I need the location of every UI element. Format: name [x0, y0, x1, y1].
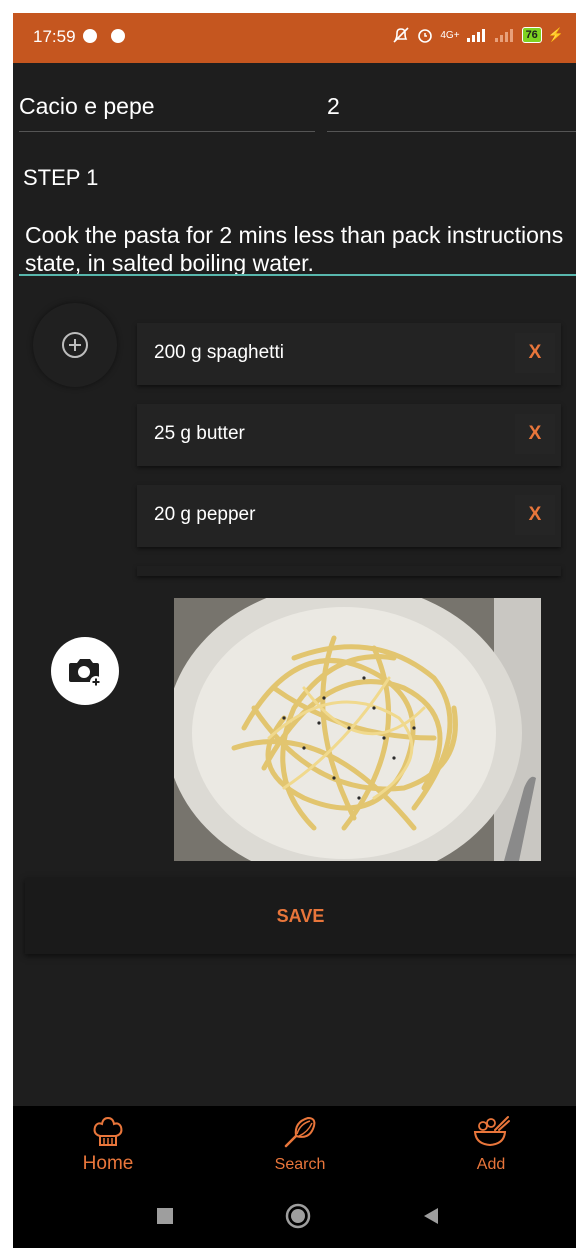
nav-label-add: Add	[476, 1156, 506, 1173]
battery-level: 76	[521, 27, 542, 43]
recipe-name-input[interactable]: Cacio e pepe	[19, 93, 315, 132]
delete-ingredient-button[interactable]: X	[515, 414, 555, 454]
chef-hat-icon	[93, 1116, 123, 1146]
whisk-icon	[284, 1116, 316, 1148]
nav-label-home: Home	[82, 1153, 134, 1174]
system-nav-bar	[13, 1184, 576, 1248]
signal-weak-icon	[494, 29, 513, 42]
notification-icon	[111, 29, 125, 43]
delete-ingredient-button[interactable]: X	[515, 333, 555, 373]
recipe-photo	[174, 598, 541, 861]
notification-icon	[83, 29, 97, 43]
bottom-nav: Home Search Add	[13, 1106, 576, 1184]
camera-plus-icon	[69, 659, 102, 688]
nav-item-add[interactable]: Add	[431, 1106, 551, 1184]
add-ingredient-button[interactable]	[33, 303, 117, 387]
delete-ingredient-button[interactable]: X	[515, 495, 555, 535]
nav-item-home[interactable]: Home	[48, 1106, 168, 1184]
plus-circle-icon	[62, 332, 88, 358]
ingredient-list: 200 g spaghetti X 25 g butter X 20 g pep…	[137, 323, 567, 576]
ingredient-text: 25 g butter	[154, 423, 245, 444]
step-description-input[interactable]: Cook the pasta for 2 mins less than pack…	[19, 221, 576, 276]
save-button[interactable]: SAVE	[25, 878, 576, 954]
home-circle-icon[interactable]	[285, 1203, 311, 1229]
recents-icon[interactable]	[156, 1207, 174, 1225]
charging-icon: ⚡	[547, 27, 564, 42]
bell-off-icon	[393, 27, 409, 43]
nav-item-search[interactable]: Search	[240, 1106, 360, 1184]
status-icons: 4G+ 76 ⚡	[392, 26, 564, 44]
nav-label-search: Search	[274, 1156, 326, 1173]
status-time: 17:59	[33, 27, 76, 46]
bowl-icon	[473, 1116, 510, 1147]
list-item: 25 g butter X	[137, 404, 561, 466]
list-item: 20 g pepper X	[137, 485, 561, 547]
list-end	[137, 566, 561, 576]
ingredient-text: 20 g pepper	[154, 504, 256, 525]
ingredient-text: 200 g spaghetti	[154, 342, 284, 363]
list-item: 200 g spaghetti X	[137, 323, 561, 385]
back-triangle-icon[interactable]	[421, 1206, 441, 1226]
add-photo-button[interactable]	[51, 637, 119, 705]
step-title: STEP 1	[23, 165, 99, 190]
app-screen: 17:59 4G+ 76 ⚡ Cacio e pepe 2 STEP 1 Coo…	[13, 13, 576, 1248]
servings-input[interactable]: 2	[327, 93, 576, 132]
pasta-image	[174, 598, 541, 861]
status-bar: 17:59 4G+ 76 ⚡	[13, 13, 576, 63]
network-type: 4G+	[440, 29, 460, 41]
signal-icon	[466, 29, 485, 42]
alarm-icon	[418, 29, 433, 43]
